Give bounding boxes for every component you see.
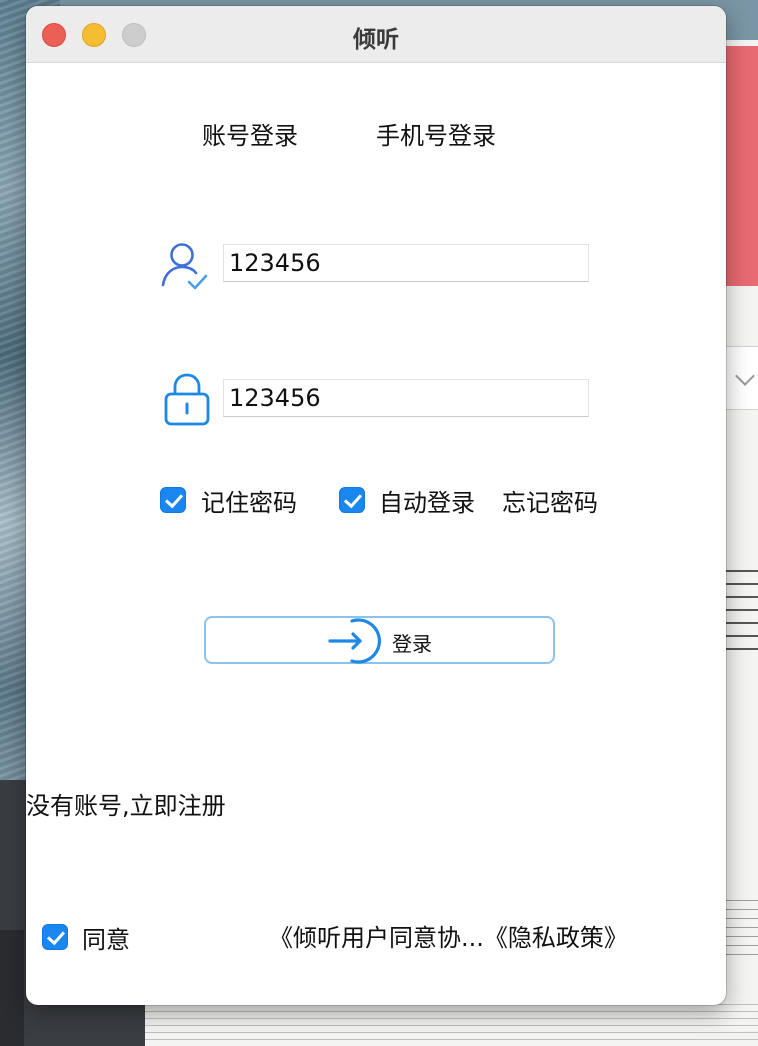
remember-password-checkbox[interactable] [160, 487, 186, 513]
password-input[interactable] [223, 379, 589, 417]
background-banner [726, 46, 758, 286]
auto-login-checkbox[interactable] [339, 487, 365, 513]
login-window: 倾听 账号登录 手机号登录 记住密码 自动登录 忘记密码 登录 没有账号,立即注… [26, 6, 726, 1005]
background-text-lines [145, 1004, 758, 1046]
policy-links[interactable]: 《倾听用户同意协...《隐私政策》 [269, 918, 628, 953]
title-bar[interactable]: 倾听 [26, 6, 726, 63]
background-dropdown [726, 346, 758, 410]
chevron-down-icon [735, 366, 755, 386]
login-button-label: 登录 [392, 632, 432, 656]
login-button[interactable]: 登录 [204, 616, 555, 664]
remember-password-label[interactable]: 记住密码 [201, 483, 297, 518]
window-title: 倾听 [353, 27, 399, 53]
lock-icon [164, 373, 210, 426]
background-text-lines [726, 900, 758, 960]
auto-login-label[interactable]: 自动登录 [379, 483, 475, 518]
login-arrow-icon [328, 618, 381, 664]
agree-label[interactable]: 同意 [82, 920, 130, 955]
register-link[interactable]: 没有账号,立即注册 [26, 786, 226, 821]
tab-account-login[interactable]: 账号登录 [202, 116, 298, 151]
username-input[interactable] [223, 244, 589, 282]
agree-checkbox[interactable] [42, 924, 68, 950]
background-text-lines [726, 570, 758, 660]
background-ide-sidebar [0, 930, 24, 1046]
forgot-password-link[interactable]: 忘记密码 [502, 483, 598, 518]
tab-phone-login[interactable]: 手机号登录 [376, 116, 496, 151]
user-check-icon [161, 243, 208, 290]
